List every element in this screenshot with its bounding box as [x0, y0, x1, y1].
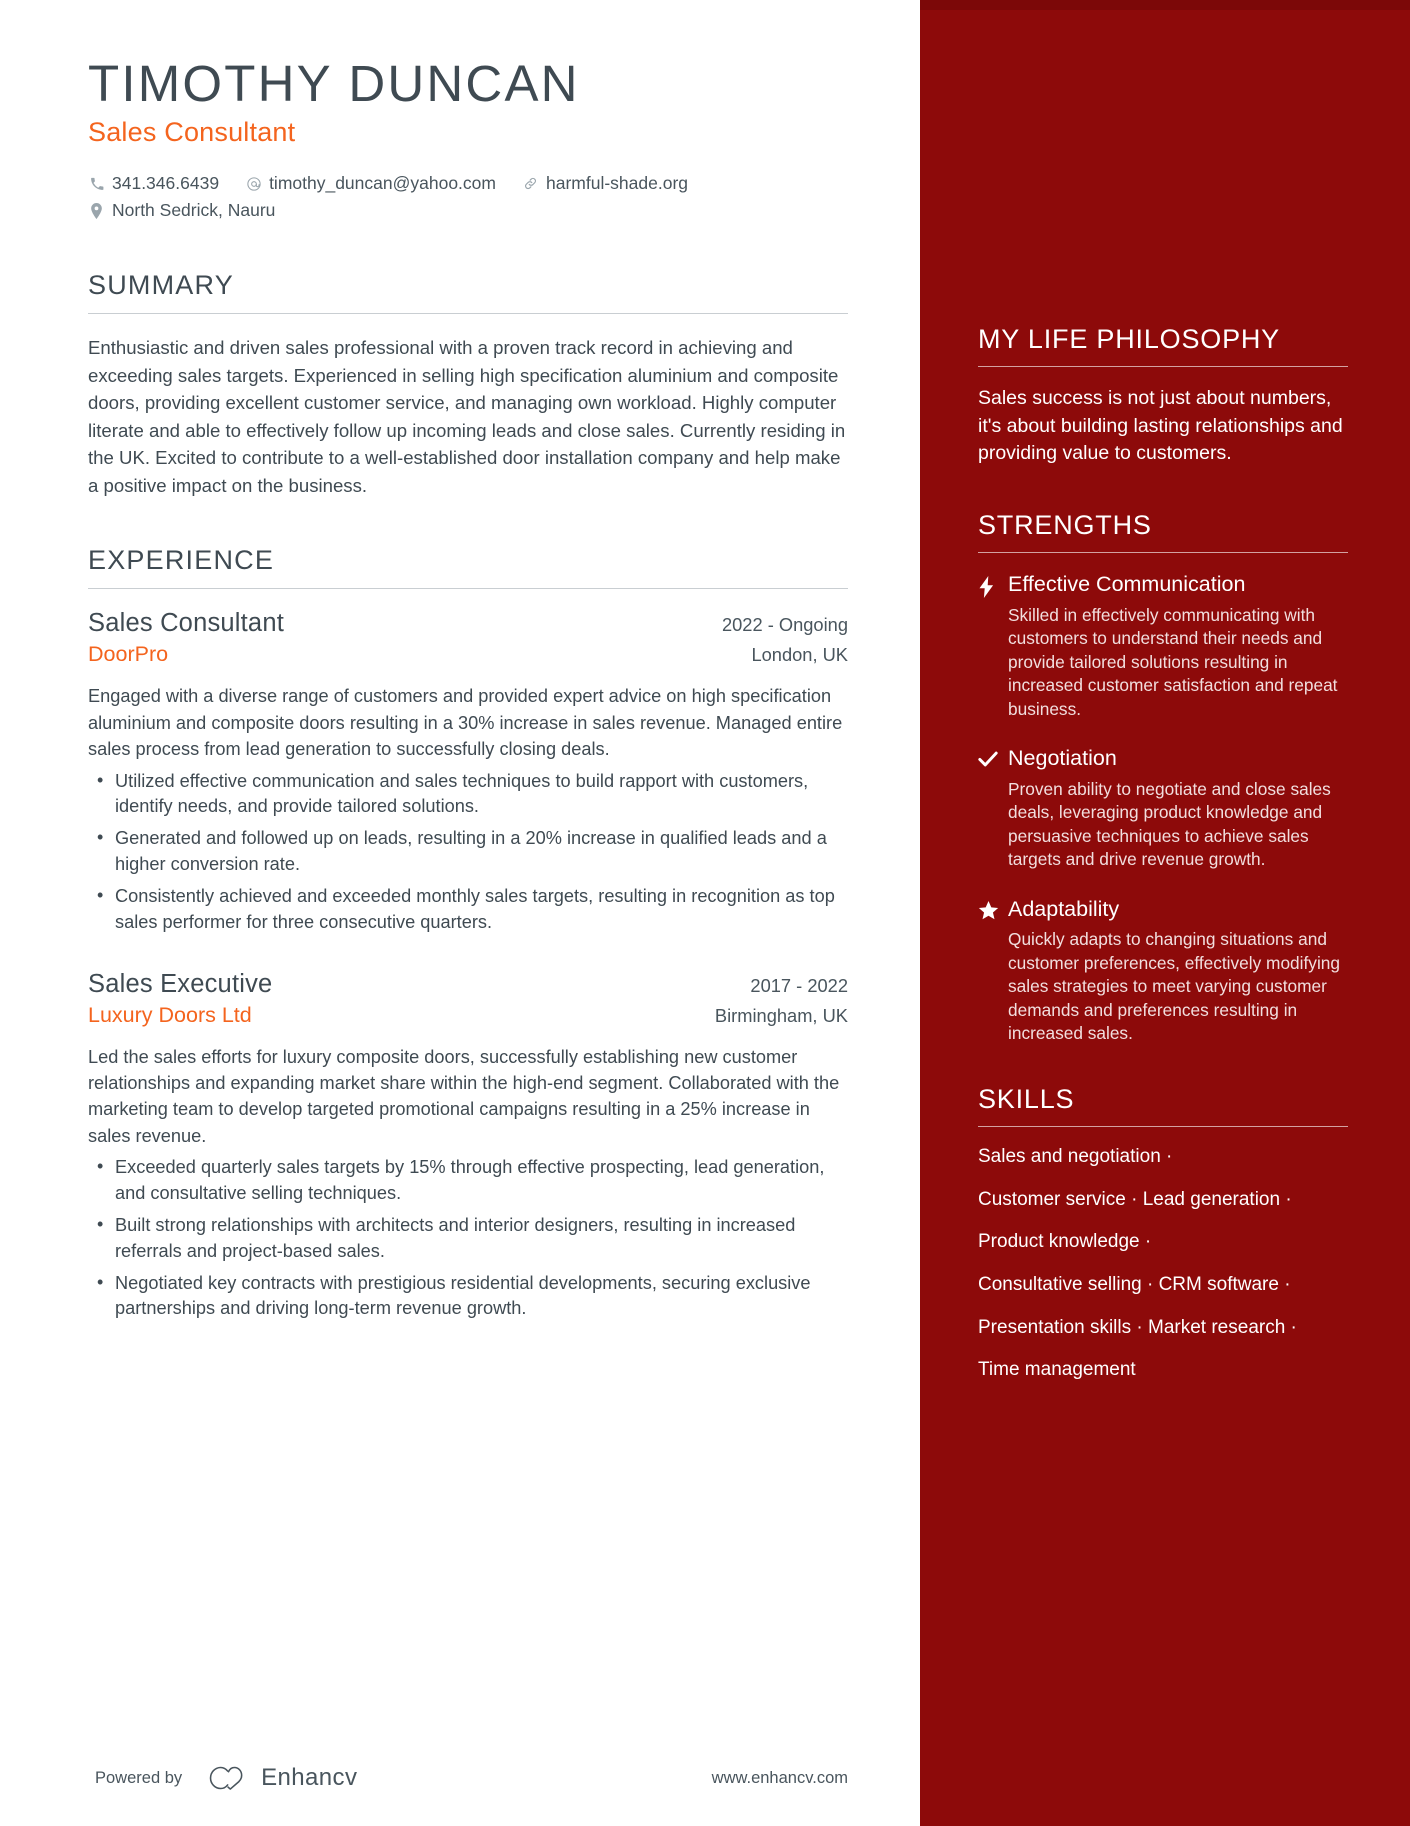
- list-item: Built strong relationships with architec…: [88, 1212, 848, 1265]
- contact-location-value: North Sedrick, Nauru: [112, 200, 276, 221]
- lightning-bolt-icon: [978, 571, 1008, 721]
- star-icon: [978, 896, 1008, 1046]
- skill-line: Consultative selling · CRM software ·: [978, 1273, 1291, 1295]
- enhancv-logo[interactable]: Enhancv: [208, 1764, 357, 1792]
- header-job-title: Sales Consultant: [88, 117, 296, 148]
- enhancv-mark-icon: [208, 1766, 250, 1790]
- strengths-divider: [978, 552, 1348, 554]
- contact-email[interactable]: timothy_duncan@yahoo.com: [245, 170, 496, 197]
- job-company-row: Luxury Doors Ltd Birmingham, UK: [88, 999, 848, 1028]
- strength-title: Adaptability: [1008, 896, 1120, 921]
- strength-item: Adaptability Quickly adapts to changing …: [978, 896, 1348, 1046]
- skill-line: Customer service · Lead generation ·: [978, 1188, 1292, 1210]
- strengths-section: STRENGTHS Effective Communication Skille…: [978, 510, 1348, 1046]
- location-pin-icon: [88, 202, 105, 219]
- contact-location: North Sedrick, Nauru: [88, 197, 275, 224]
- main-column: TIMOTHY DUNCAN Sales Consultant 341.346.…: [0, 0, 920, 1826]
- job-bullet-list: Utilized effective communication and sal…: [88, 768, 848, 936]
- sidebar-top-strip: [920, 0, 1410, 10]
- job-description: Engaged with a diverse range of customer…: [88, 686, 843, 760]
- resume-page: TIMOTHY DUNCAN Sales Consultant 341.346.…: [0, 0, 1410, 1826]
- summary-section: SUMMARY Enthusiastic and driven sales pr…: [88, 270, 848, 499]
- job-description: Led the sales efforts for luxury composi…: [88, 1046, 840, 1146]
- job-position: Sales Consultant: [88, 609, 284, 638]
- strength-body: Adaptability Quickly adapts to changing …: [1008, 896, 1348, 1046]
- contact-row-primary: 341.346.6439 timothy_duncan@yahoo.com ha…: [88, 170, 848, 197]
- job-dates: 2017 - 2022: [750, 974, 848, 996]
- skill-line: Time management: [978, 1359, 1136, 1381]
- job-location: Birmingham, UK: [714, 1004, 848, 1026]
- skills-section: SKILLS Sales and negotiation · Customer …: [978, 1084, 1348, 1383]
- summary-heading: SUMMARY: [88, 270, 234, 301]
- strength-item: Negotiation Proven ability to negotiate …: [978, 745, 1348, 872]
- strengths-heading: STRENGTHS: [978, 510, 1152, 541]
- strength-description: Skilled in effectively communicating wit…: [1008, 604, 1338, 719]
- enhancv-brand-name: Enhancv: [261, 1764, 358, 1791]
- strength-description: Quickly adapts to changing situations an…: [1008, 929, 1341, 1044]
- contact-website[interactable]: harmful-shade.org: [522, 170, 688, 197]
- contact-phone-value: 341.346.6439: [112, 173, 220, 194]
- philosophy-divider: [978, 366, 1348, 367]
- skills-heading: SKILLS: [978, 1083, 1075, 1114]
- job-location: London, UK: [751, 644, 848, 666]
- experience-entry: Sales Executive 2017 - 2022 Luxury Doors…: [88, 970, 848, 1323]
- skill-line: Product knowledge ·: [978, 1231, 1152, 1253]
- job-dates: 2022 - Ongoing: [721, 614, 848, 636]
- list-item: Utilized effective communication and sal…: [88, 768, 848, 821]
- philosophy-text: Sales success is not just about numbers,…: [978, 387, 1343, 465]
- footer-url[interactable]: www.enhancv.com: [712, 1769, 848, 1788]
- experience-section: EXPERIENCE Sales Consultant 2022 - Ongoi…: [88, 545, 848, 1322]
- contact-email-value: timothy_duncan@yahoo.com: [269, 173, 496, 194]
- skill-line: Sales and negotiation ·: [978, 1145, 1173, 1167]
- job-company-row: DoorPro London, UK: [88, 638, 848, 667]
- summary-divider: [88, 313, 848, 315]
- skills-divider: [978, 1125, 1348, 1127]
- strength-title: Effective Communication: [1008, 572, 1246, 597]
- strength-description: Proven ability to negotiate and close sa…: [1008, 778, 1331, 870]
- experience-entry: Sales Consultant 2022 - Ongoing DoorPro …: [88, 609, 848, 935]
- phone-icon: [88, 177, 105, 191]
- contact-website-value: harmful-shade.org: [545, 173, 689, 194]
- list-item: Consistently achieved and exceeded month…: [88, 883, 848, 936]
- list-item: Negotiated key contracts with prestigiou…: [88, 1270, 848, 1323]
- job-title-row: Sales Executive 2017 - 2022: [88, 970, 848, 999]
- strength-body: Negotiation Proven ability to negotiate …: [1008, 745, 1348, 872]
- email-icon: [245, 176, 262, 192]
- philosophy-heading: MY LIFE PHILOSOPHY: [978, 324, 1280, 354]
- skill-line: Presentation skills · Market research ·: [978, 1316, 1297, 1338]
- contact-phone[interactable]: 341.346.6439: [88, 170, 219, 197]
- powered-by-block: Powered by Enhancv: [95, 1764, 357, 1792]
- job-position: Sales Executive: [88, 969, 273, 998]
- page-title: TIMOTHY DUNCAN: [88, 55, 580, 112]
- job-bullet-list: Exceeded quarterly sales targets by 15% …: [88, 1154, 848, 1323]
- footer: Powered by Enhancv www.enhancv.com: [0, 1764, 920, 1792]
- contact-row-location: North Sedrick, Nauru: [88, 197, 848, 224]
- philosophy-section: MY LIFE PHILOSOPHY Sales success is not …: [978, 324, 1348, 468]
- contact-block: 341.346.6439 timothy_duncan@yahoo.com ha…: [88, 170, 848, 224]
- strength-title: Negotiation: [1008, 746, 1117, 771]
- job-title-row: Sales Consultant 2022 - Ongoing: [88, 609, 848, 638]
- experience-divider: [88, 588, 848, 590]
- job-company: DoorPro: [88, 642, 169, 667]
- experience-heading: EXPERIENCE: [88, 545, 275, 576]
- strength-item: Effective Communication Skilled in effec…: [978, 571, 1348, 721]
- link-icon: [522, 176, 539, 191]
- powered-by-label: Powered by: [95, 1768, 183, 1787]
- checkmark-icon: [978, 745, 1008, 872]
- list-item: Generated and followed up on leads, resu…: [88, 825, 848, 878]
- strength-body: Effective Communication Skilled in effec…: [1008, 571, 1348, 721]
- job-company: Luxury Doors Ltd: [88, 1002, 252, 1027]
- sidebar: MY LIFE PHILOSOPHY Sales success is not …: [920, 0, 1410, 1826]
- list-item: Exceeded quarterly sales targets by 15% …: [88, 1154, 848, 1207]
- summary-text: Enthusiastic and driven sales profession…: [88, 337, 846, 496]
